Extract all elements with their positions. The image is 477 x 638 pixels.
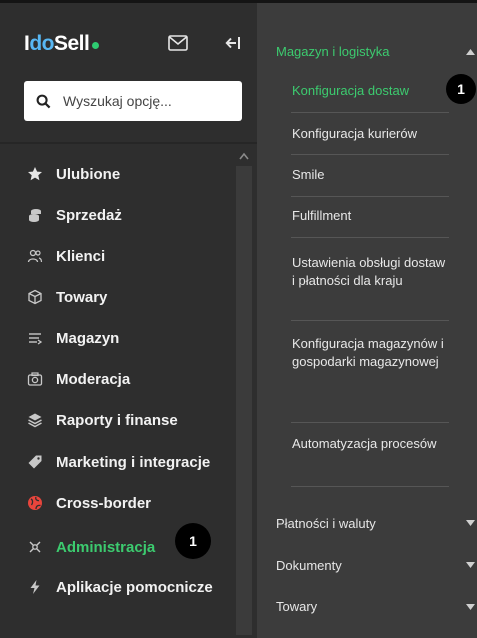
divider <box>291 422 449 423</box>
sidebar-item-label: Raporty i finanse <box>56 411 178 429</box>
sidebar-item-label: Administracja <box>56 538 156 556</box>
submenu-item-konfiguracja-kurierow[interactable]: Konfiguracja kurierów <box>292 125 448 143</box>
submenu-item-smile[interactable]: Smile <box>292 166 448 184</box>
chevron-down-icon[interactable] <box>466 604 475 610</box>
sidebar-item-moderacja[interactable]: Moderacja <box>26 368 130 390</box>
submenu-item-konfiguracja-dostaw[interactable]: Konfiguracja dostaw <box>292 82 448 100</box>
mail-icon[interactable] <box>168 35 188 51</box>
sidebar-item-marketing[interactable]: Marketing i integracje <box>26 451 210 473</box>
sidebar-item-aplikacje[interactable]: Aplikacje pomocnicze <box>26 576 213 598</box>
submenu-item-automatyzacja[interactable]: Automatyzacja procesów <box>292 435 448 453</box>
sidebar-item-cross-border[interactable]: Cross-border <box>26 492 151 514</box>
chevron-down-icon[interactable] <box>466 562 475 568</box>
section-magazyn-logistyka[interactable]: Magazyn i logistyka <box>276 44 389 59</box>
sidebar-item-label: Towary <box>56 288 108 306</box>
layers-icon <box>26 411 44 429</box>
divider <box>291 320 449 321</box>
sidebar-item-label: Sprzedaż <box>56 206 122 224</box>
annotation-badge: 1 <box>446 74 476 104</box>
sidebar-item-label: Magazyn <box>56 329 120 347</box>
search-box[interactable] <box>24 81 242 121</box>
sidebar-scrollbar[interactable] <box>236 166 252 635</box>
sidebar-item-label: Ulubione <box>56 165 121 183</box>
sidebar-item-label: Cross-border <box>56 494 152 512</box>
sidebar-item-raporty[interactable]: Raporty i finanse <box>26 409 178 431</box>
search-input[interactable] <box>63 93 233 109</box>
sidebar-item-label: Klienci <box>56 247 106 265</box>
scroll-up-icon[interactable] <box>238 151 250 161</box>
chevron-up-icon[interactable] <box>466 49 475 55</box>
submenu-item-ustawienia-obslugi[interactable]: Ustawienia obsługi dostaw i płatności dl… <box>292 254 448 290</box>
globe-icon <box>26 494 44 512</box>
sidebar-item-sprzedaz[interactable]: Sprzedaż <box>26 204 122 226</box>
sidebar-item-administracja[interactable]: Administracja <box>26 536 155 558</box>
sidebar-item-label: Moderacja <box>56 370 131 388</box>
sidebar-item-label: Marketing i integracje <box>56 453 211 471</box>
sidebar-item-magazyn[interactable]: Magazyn <box>26 327 119 349</box>
divider <box>291 112 449 113</box>
tag-icon <box>26 453 44 471</box>
submenu-item-fulfillment[interactable]: Fulfillment <box>292 207 448 225</box>
coins-icon <box>26 206 44 224</box>
divider <box>291 486 449 487</box>
sidebar-item-ulubione[interactable]: Ulubione <box>26 163 120 185</box>
users-icon <box>26 247 44 265</box>
divider <box>291 154 449 155</box>
divider <box>291 237 449 238</box>
warehouse-icon <box>26 329 44 347</box>
idosell-logo[interactable]: IdoSell <box>24 32 100 56</box>
sidebar-item-label: Aplikacje pomocnicze <box>56 578 213 596</box>
collapse-sidebar-icon[interactable] <box>225 35 241 51</box>
star-icon <box>26 165 44 183</box>
submenu-item-konfiguracja-magazynow[interactable]: Konfiguracja magazynów i gospodarki maga… <box>292 335 448 371</box>
search-icon <box>36 94 51 108</box>
annotation-badge: 1 <box>175 523 211 559</box>
sidebar-divider <box>0 142 257 144</box>
bolt-icon <box>26 578 44 596</box>
box-icon <box>26 288 44 306</box>
camera-icon <box>26 370 44 388</box>
section-platnosci-waluty[interactable]: Płatności i waluty <box>276 516 376 531</box>
sidebar-item-klienci[interactable]: Klienci <box>26 245 105 267</box>
section-dokumenty[interactable]: Dokumenty <box>276 558 342 573</box>
section-towary[interactable]: Towary <box>276 599 317 614</box>
settings-icon <box>26 538 44 556</box>
chevron-down-icon[interactable] <box>466 520 475 526</box>
divider <box>291 196 449 197</box>
sidebar-item-towary[interactable]: Towary <box>26 286 107 308</box>
